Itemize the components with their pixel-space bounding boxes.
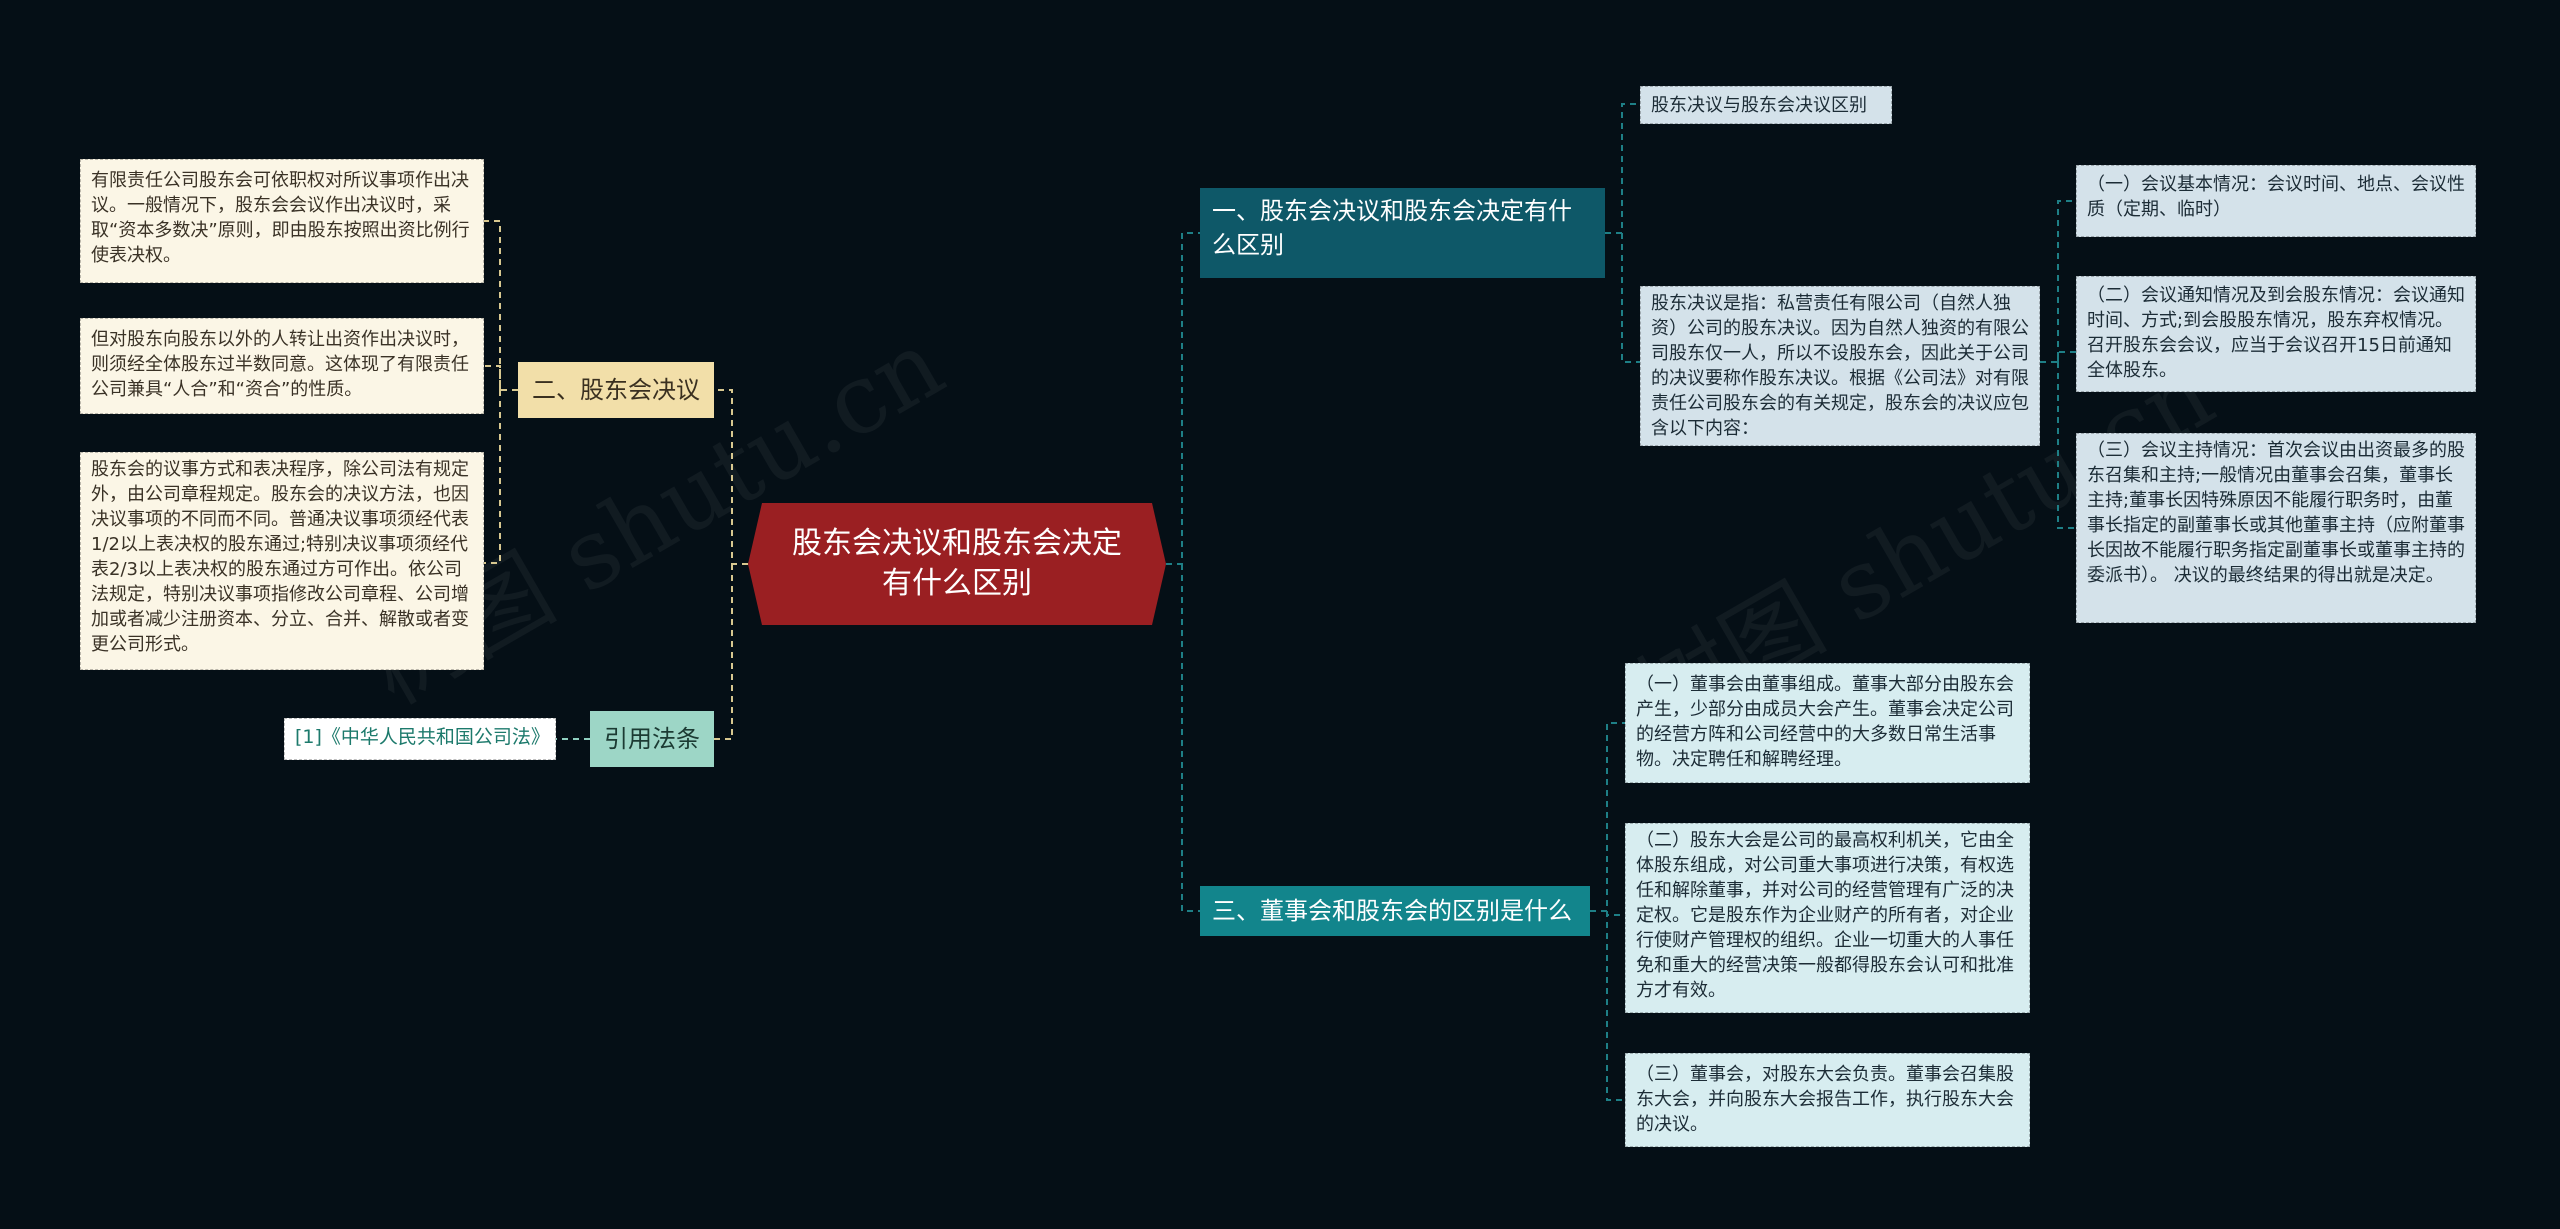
root-topic-label: 股东会决议和股东会决定有什么区别 [792, 526, 1122, 601]
connector [1590, 722, 1625, 912]
leaf-text: 股东会的议事方式和表决程序，除公司法有规定外，由公司章程规定。股东会的决议方法，… [91, 459, 469, 655]
connector [1605, 103, 1640, 234]
leaf-text: （三）会议主持情况：首次会议由出资最多的股东召集和主持;一般情况由董事会召集，董… [2087, 440, 2465, 586]
leaf-text: 但对股东向股东以外的人转让出资作出决议时，则须经全体股东过半数同意。这体现了有限… [91, 329, 469, 400]
leaf-meeting-notice[interactable]: （二）会议通知情况及到会股东情况：会议通知时间、方式;到会股股东情况，股东弃权情… [2076, 276, 2476, 392]
connector [1606, 911, 1625, 1101]
leaf-meeting-host[interactable]: （三）会议主持情况：首次会议由出资最多的股东召集和主持;一般情况由董事会召集，董… [2076, 433, 2476, 623]
branch-board-label: 三、董事会和股东会的区别是什么 [1212, 897, 1572, 925]
connector [1166, 232, 1200, 565]
connector [714, 389, 748, 565]
leaf-text: （一）董事会由董事组成。董事大部分由股东会产生，少部分由成员大会产生。董事会决定… [1636, 674, 2014, 770]
leaf-company-law-link[interactable]: [1]《中华人民共和国公司法》 [284, 718, 556, 760]
branch-cited-law[interactable]: 引用法条 [590, 711, 714, 767]
connector [484, 390, 501, 564]
branch-resolution-label: 二、股东会决议 [532, 376, 700, 404]
leaf-text: （一）会议基本情况：会议时间、地点、会议性质（定期、临时） [2087, 174, 2465, 220]
connector [484, 220, 518, 391]
branch-board-vs-shareholders[interactable]: 三、董事会和股东会的区别是什么 [1200, 886, 1590, 936]
leaf-resolution-majority[interactable]: 有限责任公司股东会可依职权对所议事项作出决议。一般情况下，股东会会议作出决议时，… [80, 159, 484, 283]
connector [1621, 233, 1640, 363]
branch-difference-label: 一、股东会决议和股东会决定有什么区别 [1212, 197, 1572, 259]
connector [714, 564, 733, 740]
leaf-text: 股东决议与股东会决议区别 [1651, 95, 1867, 116]
branch-shareholder-resolution[interactable]: 二、股东会决议 [518, 362, 714, 418]
leaf-text: 股东决议是指：私营责任有限公司（自然人独资）公司的股东决议。因为自然人独资的有限… [1651, 293, 2029, 439]
leaf-resolution-procedure[interactable]: 股东会的议事方式和表决程序，除公司法有规定外，由公司章程规定。股东会的决议方法，… [80, 452, 484, 670]
connector [1181, 564, 1200, 912]
leaf-board-composition[interactable]: （一）董事会由董事组成。董事大部分由股东会产生，少部分由成员大会产生。董事会决定… [1625, 663, 2030, 783]
root-topic[interactable]: 股东会决议和股东会决定有什么区别 [748, 503, 1166, 625]
connector [1606, 911, 1625, 916]
leaf-definition[interactable]: 股东决议是指：私营责任有限公司（自然人独资）公司的股东决议。因为自然人独资的有限… [1640, 286, 2040, 446]
leaf-text: （二）股东大会是公司的最高权利机关，它由全体股东组成，对公司重大事项进行决策，有… [1636, 830, 2014, 1001]
leaf-diff-title[interactable]: 股东决议与股东会决议区别 [1640, 86, 1892, 124]
branch-difference[interactable]: 一、股东会决议和股东会决定有什么区别 [1200, 188, 1605, 278]
connector [2040, 200, 2076, 363]
connector [2057, 362, 2076, 529]
leaf-board-responsibility[interactable]: （三）董事会，对股东大会负责。董事会召集股东大会，并向股东大会报告工作，执行股东… [1625, 1053, 2030, 1147]
leaf-text: （三）董事会，对股东大会负责。董事会召集股东大会，并向股东大会报告工作，执行股东… [1636, 1064, 2014, 1135]
leaf-resolution-transfer[interactable]: 但对股东向股东以外的人转让出资作出决议时，则须经全体股东过半数同意。这体现了有限… [80, 318, 484, 414]
leaf-shareholders-meeting[interactable]: （二）股东大会是公司的最高权利机关，它由全体股东组成，对公司重大事项进行决策，有… [1625, 823, 2030, 1013]
connector [484, 365, 501, 390]
leaf-meeting-basics[interactable]: （一）会议基本情况：会议时间、地点、会议性质（定期、临时） [2076, 165, 2476, 237]
leaf-text: 有限责任公司股东会可依职权对所议事项作出决议。一般情况下，股东会会议作出决议时，… [91, 170, 470, 266]
branch-cited-law-label: 引用法条 [604, 725, 700, 753]
connector [2057, 351, 2076, 362]
leaf-text: [1]《中华人民共和国公司法》 [295, 726, 550, 748]
leaf-text: （二）会议通知情况及到会股东情况：会议通知时间、方式;到会股股东情况，股东弃权情… [2087, 285, 2465, 381]
